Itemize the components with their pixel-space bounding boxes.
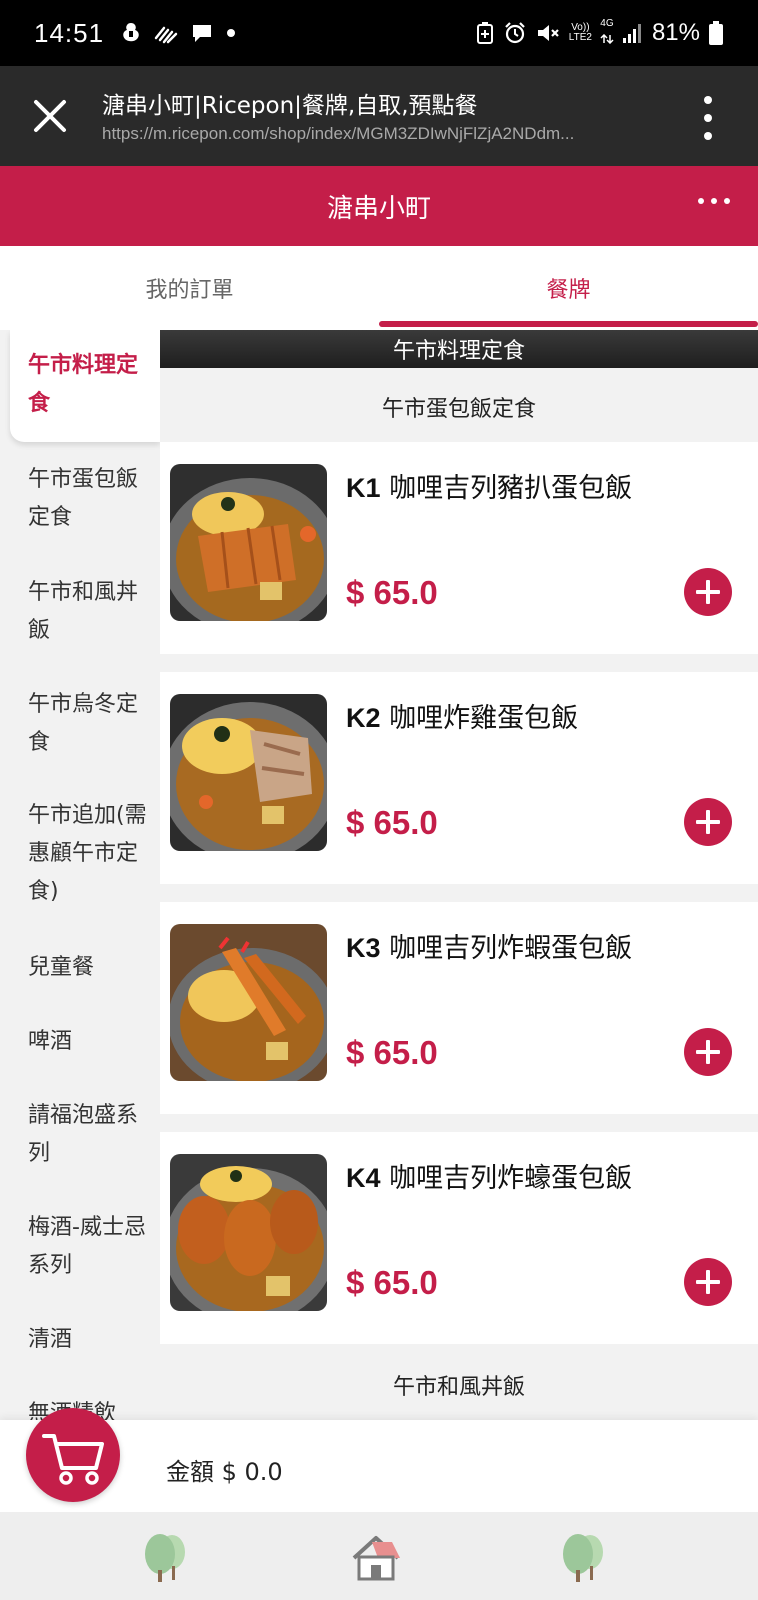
signal-bars-icon xyxy=(622,24,641,43)
item-price: $ 65.0 xyxy=(346,1264,438,1301)
battery-percentage: 81% xyxy=(651,19,700,46)
trees-icon[interactable] xyxy=(138,1530,194,1586)
data-arrows-icon xyxy=(600,33,614,44)
browser-url[interactable]: https://m.ricepon.com/shop/index/MGM3ZDI… xyxy=(102,124,662,144)
house-icon[interactable] xyxy=(348,1530,404,1586)
mute-icon xyxy=(537,25,559,41)
money-app-icon xyxy=(123,23,139,42)
tab-bar: 我的訂單 餐牌 xyxy=(0,246,758,330)
shop-name: 溏串小町 xyxy=(326,193,431,224)
category-kids-meal[interactable]: 兒童餐 xyxy=(28,949,148,987)
browser-menu-button[interactable] xyxy=(696,96,720,140)
menu-item-card[interactable]: K2 咖哩炸雞蛋包飯 $ 65.0 xyxy=(160,672,758,884)
alarm-icon xyxy=(505,22,525,44)
item-name: K4 咖哩吉列炸蠔蛋包飯 xyxy=(346,1163,633,1194)
status-time: 14:51 xyxy=(34,17,105,48)
category-awamori[interactable]: 請福泡盛系列 xyxy=(28,1097,148,1173)
section-header: 午市料理定食 xyxy=(160,330,758,368)
add-to-cart-button[interactable] xyxy=(684,1028,732,1076)
tab-menu[interactable]: 餐牌 xyxy=(379,246,758,330)
dot-icon xyxy=(227,29,236,37)
cart-icon xyxy=(42,1434,104,1485)
menu-item-card[interactable]: K4 咖哩吉列炸蠔蛋包飯 $ 65.0 xyxy=(160,1132,758,1344)
dish-photo-k1 xyxy=(170,464,327,621)
category-lunch-donburi[interactable]: 午市和風丼飯 xyxy=(28,574,148,650)
item-price: $ 65.0 xyxy=(346,574,438,611)
add-to-cart-button[interactable] xyxy=(684,1258,732,1306)
menu-item-card[interactable]: K1 咖哩吉列豬扒蛋包飯 $ 65.0 xyxy=(160,442,758,654)
more-options-icon[interactable] xyxy=(698,198,730,204)
cart-total: 金額 $ 0.0 xyxy=(166,1458,283,1486)
subsection-header: 午市蛋包飯定食 xyxy=(160,372,758,442)
dish-photo-k2 xyxy=(170,694,327,851)
category-lunch-udon[interactable]: 午市烏冬定食 xyxy=(28,686,148,762)
item-name: K2 咖哩炸雞蛋包飯 xyxy=(346,703,579,734)
menu-list: 午市料理定食 午市蛋包飯定食 K1 咖哩吉列豬扒蛋包飯 $ 65.0 K2 咖哩… xyxy=(160,330,758,1420)
category-sake[interactable]: 清酒 xyxy=(28,1321,148,1359)
bottom-nav xyxy=(0,1512,758,1600)
category-lunch-addon[interactable]: 午市追加(需惠顧午市定食) xyxy=(28,797,148,911)
item-name: K1 咖哩吉列豬扒蛋包飯 xyxy=(346,473,633,504)
close-icon[interactable] xyxy=(30,96,70,136)
battery-saver-icon xyxy=(476,22,493,44)
item-price: $ 65.0 xyxy=(346,804,438,841)
active-tab-indicator xyxy=(379,321,758,327)
item-name: K3 咖哩吉列炸蝦蛋包飯 xyxy=(346,933,633,964)
category-umeshu-whisky[interactable]: 梅酒-威士忌系列 xyxy=(28,1209,148,1285)
category-beer[interactable]: 啤酒 xyxy=(28,1023,148,1061)
category-sidebar: 午市料理定食 午市蛋包飯定食 午市和風丼飯 午市烏冬定食 午市追加(需惠顧午市定… xyxy=(0,330,160,1420)
system-icons: Vo)) LTE2 4G 81% xyxy=(475,18,724,48)
tab-my-orders[interactable]: 我的訂單 xyxy=(0,246,379,330)
app-header: 溏串小町 xyxy=(0,166,758,246)
menu-item-card[interactable]: K3 咖哩吉列炸蝦蛋包飯 $ 65.0 xyxy=(160,902,758,1114)
item-price: $ 65.0 xyxy=(346,1034,438,1071)
add-to-cart-button[interactable] xyxy=(684,568,732,616)
add-to-cart-button[interactable] xyxy=(684,798,732,846)
volte-indicator: Vo)) LTE2 xyxy=(568,22,592,43)
browser-page-title: 溏串小町|Ricepon|餐牌,自取,預點餐 xyxy=(102,93,478,119)
network-type-indicator: 4G xyxy=(600,18,614,48)
status-bar: 14:51 Vo)) LTE2 4G 81% xyxy=(0,0,758,66)
battery-icon xyxy=(709,21,723,45)
category-lunch-set[interactable]: 午市料理定食 xyxy=(28,347,148,423)
browser-toolbar: 溏串小町|Ricepon|餐牌,自取,預點餐 https://m.ricepon… xyxy=(0,66,758,166)
trees-icon[interactable] xyxy=(556,1530,612,1586)
category-lunch-omurice[interactable]: 午市蛋包飯定食 xyxy=(28,461,148,537)
dish-photo-k4 xyxy=(170,1154,327,1311)
signal-app-icon xyxy=(154,26,178,44)
subsection-header: 午市和風丼飯 xyxy=(160,1350,758,1420)
dish-photo-k3 xyxy=(170,924,327,1081)
notification-icons xyxy=(120,21,236,45)
chat-icon xyxy=(193,25,212,42)
cart-button[interactable] xyxy=(26,1408,120,1502)
